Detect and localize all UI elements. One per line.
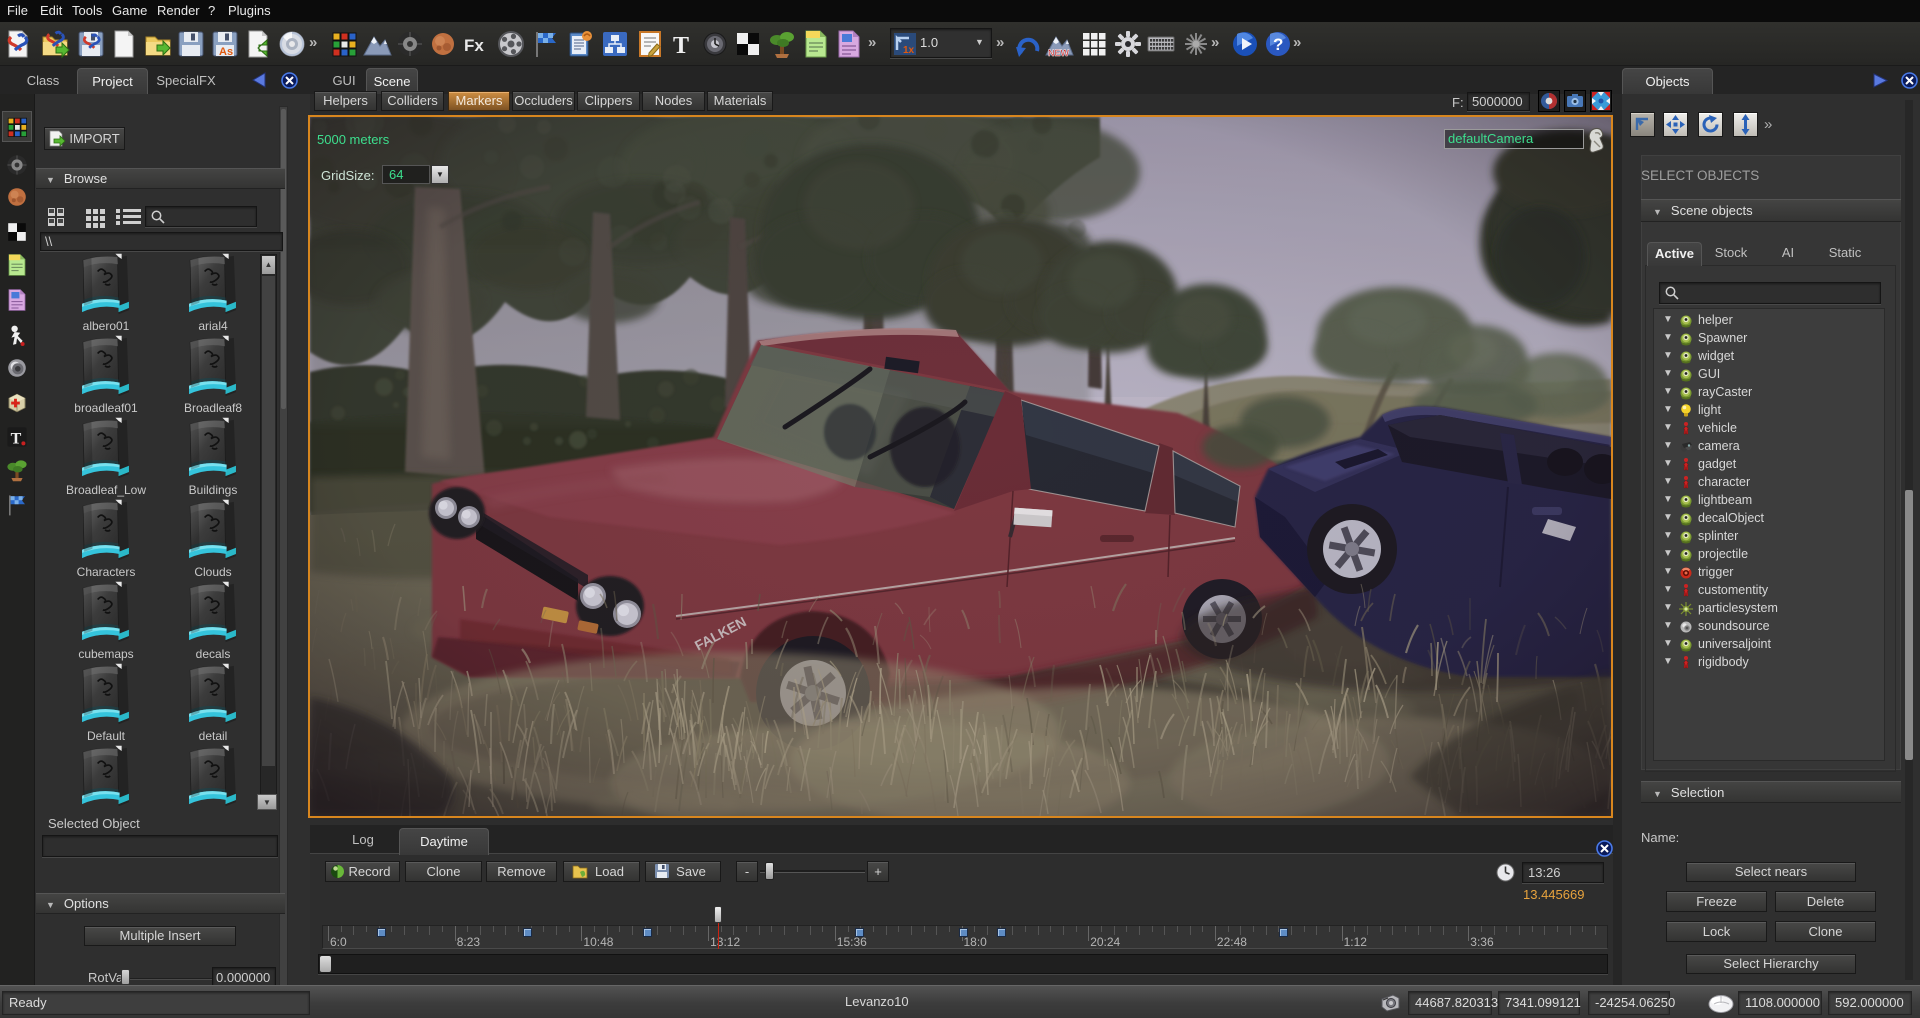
svg-text:?: ? xyxy=(1273,35,1283,54)
svg-text:T: T xyxy=(11,430,22,447)
svg-text:T: T xyxy=(673,33,689,59)
svg-text:Fx: Fx xyxy=(464,36,484,55)
svg-text:1x: 1x xyxy=(903,45,915,56)
svg-text:As: As xyxy=(219,46,233,58)
svg-text:NEW: NEW xyxy=(1048,48,1070,58)
